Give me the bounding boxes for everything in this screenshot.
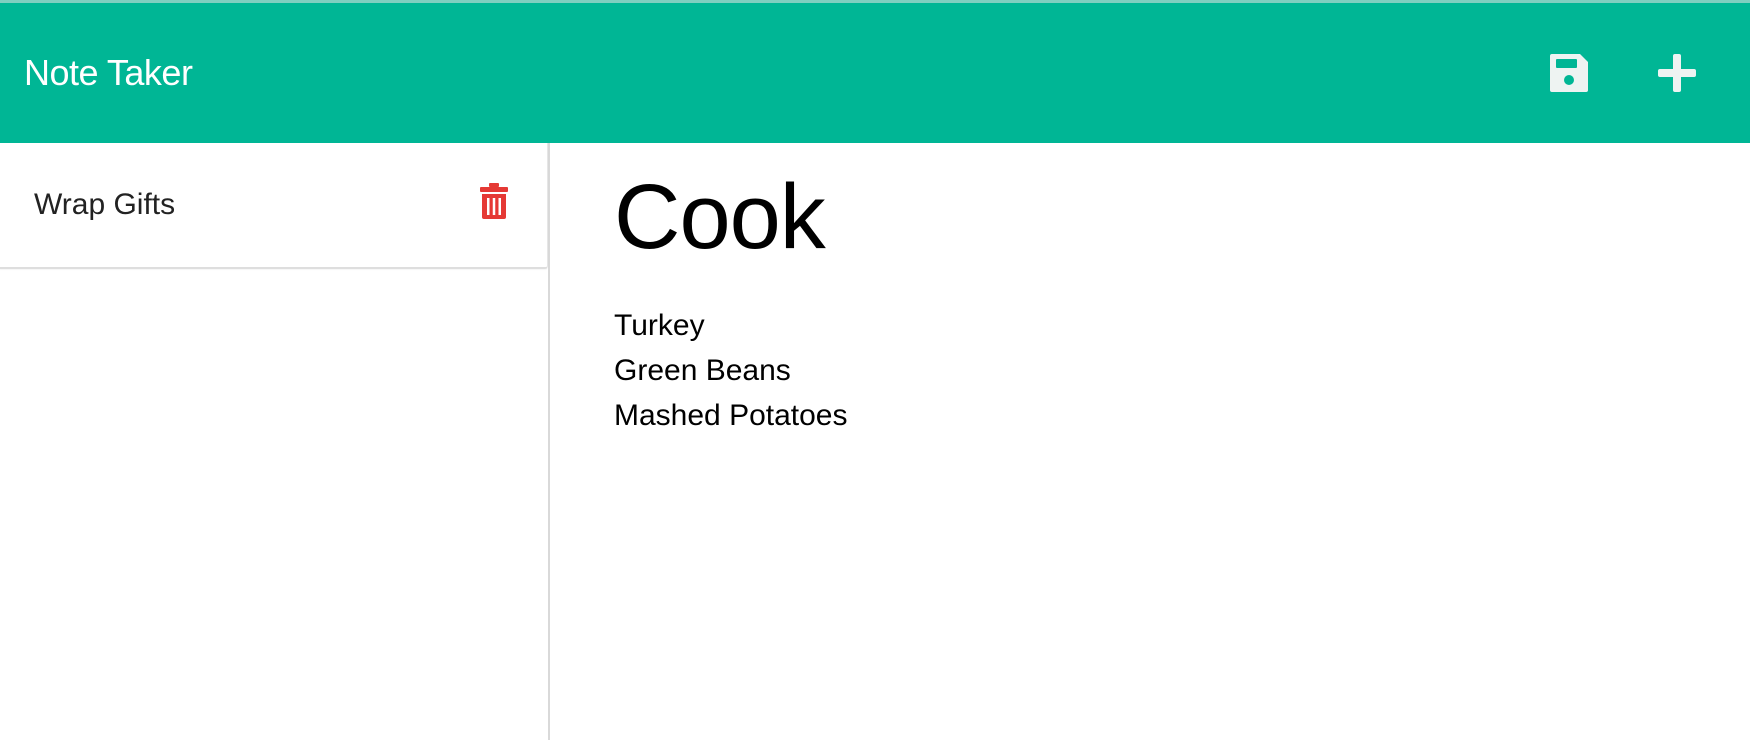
- list-item[interactable]: Wrap Gifts: [0, 143, 548, 269]
- floppy-disk-icon: [1550, 54, 1588, 92]
- trash-icon: [480, 183, 508, 219]
- plus-icon: [1658, 54, 1696, 92]
- notes-sidebar: Wrap Gifts: [0, 143, 550, 740]
- note-list-title[interactable]: Wrap Gifts: [34, 190, 175, 220]
- navbar-actions: [1546, 50, 1700, 96]
- note-text-area[interactable]: Turkey Green Beans Mashed Potatoes: [614, 303, 847, 438]
- new-note-button[interactable]: [1654, 50, 1700, 96]
- app-title[interactable]: Note Taker: [24, 55, 193, 91]
- note-editor: Cook Turkey Green Beans Mashed Potatoes: [552, 143, 1750, 740]
- navbar: Note Taker: [0, 3, 1750, 143]
- note-title-input[interactable]: Cook: [614, 171, 826, 263]
- save-note-button[interactable]: [1546, 50, 1592, 96]
- delete-note-button[interactable]: [479, 182, 509, 220]
